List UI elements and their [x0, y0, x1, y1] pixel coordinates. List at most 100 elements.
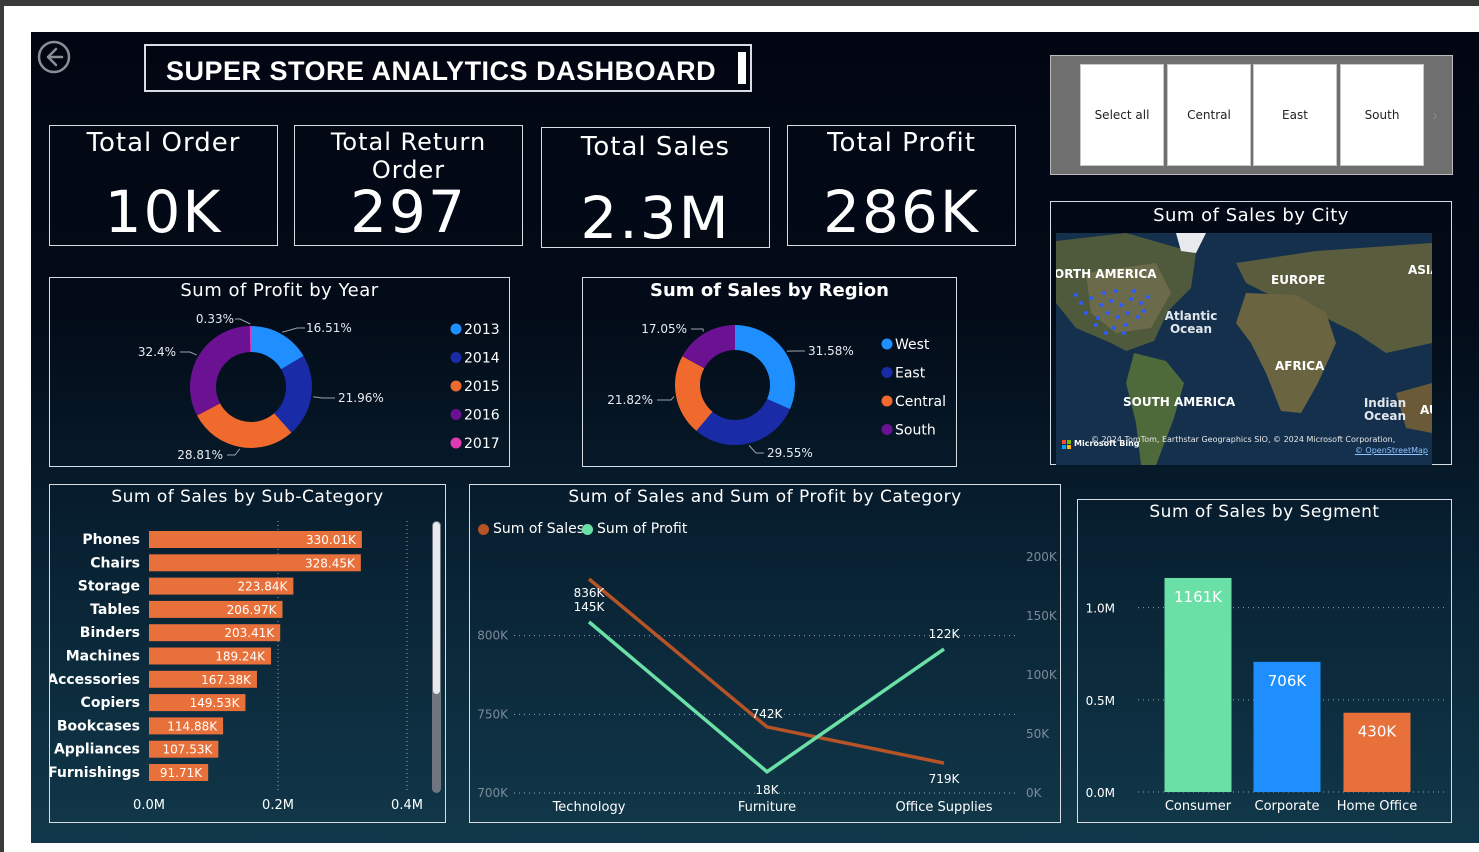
leader-line: [657, 396, 675, 401]
kpi-value: 286K: [823, 178, 980, 246]
legend-label: East: [895, 366, 926, 382]
map-label-au: AU: [1420, 403, 1432, 417]
data-label: 203.41K: [224, 626, 275, 640]
data-label: 29.55%: [767, 446, 813, 460]
region-slicer: Select all Central East South ›: [1050, 55, 1453, 175]
x-tick-label: Technology: [552, 800, 626, 815]
data-label: 706K: [1268, 672, 1308, 690]
kpi-total-order: Total Order 10K: [49, 125, 278, 246]
back-button[interactable]: [37, 40, 71, 74]
legend-label: 2013: [464, 322, 500, 338]
kpi-value: 10K: [104, 178, 223, 246]
slicer-option-select-all[interactable]: Select all: [1080, 64, 1164, 166]
scrollbar[interactable]: [432, 521, 441, 793]
legend-dot: [450, 323, 462, 335]
leader-line: [282, 327, 305, 333]
data-label: 91.71K: [160, 766, 203, 780]
kpi-value: 297: [350, 178, 467, 246]
line-chart: 700K 750K 800K 0K 50K 100K 150K 200K Technology F…: [477, 550, 1058, 815]
y-tick-label: 1.0M: [1086, 602, 1115, 616]
report-canvas: SUPER STORE ANALYTICS DASHBOARD Total Or…: [31, 32, 1479, 843]
category-label: Corporate: [1255, 799, 1320, 814]
leader-line: [180, 351, 197, 356]
category-label: Home Office: [1337, 799, 1417, 814]
map-label-north-america: ORTH AMERICA: [1056, 267, 1157, 281]
y-tick-right: 100K: [1026, 668, 1058, 682]
category-label: Tables: [90, 602, 140, 618]
profit-data-label: 18K: [755, 783, 779, 797]
data-label: 330.01K: [306, 533, 357, 547]
kpi-title: Total Profit: [827, 128, 976, 158]
map-copyright: © 2024 TomTom, Earthstar Geographics SIO…: [1091, 435, 1396, 444]
x-tick-label: Furniture: [738, 800, 796, 815]
data-label: 107.53K: [162, 743, 213, 757]
osm-link[interactable]: © OpenStreetMap: [1355, 446, 1428, 455]
leader-line: [313, 396, 335, 399]
category-label: Accessories: [50, 672, 140, 688]
kpi-value: 2.3M: [580, 184, 731, 252]
tick-label: 0.0M: [133, 798, 165, 813]
chevron-right-icon[interactable]: ›: [1432, 106, 1438, 125]
legend-dot: [450, 409, 462, 420]
data-label: 328.45K: [305, 556, 356, 570]
legend-dot: [450, 352, 462, 363]
slicer-option-south[interactable]: South: [1340, 64, 1424, 166]
sales-data-label: 836K: [574, 586, 606, 600]
window-top-border: [0, 0, 1479, 6]
kpi-total-sales: Total Sales 2.3M: [541, 127, 770, 252]
bar-chart: Phones 330.01K Chairs 328.45K Storage 223.84K…: [50, 521, 423, 813]
y-tick-left: 750K: [477, 707, 509, 721]
data-label: 167.38K: [201, 673, 252, 687]
profit-data-label: 145K: [574, 600, 606, 614]
category-label: Machines: [66, 649, 140, 665]
kpi-title: Total Order: [86, 128, 241, 158]
map-visual: Sum of Sales by City ORTH AMERICA EUROPE…: [1050, 201, 1452, 465]
sales-by-subcategory-chart: Sum of Sales by Sub-Category Phones 330.0…: [49, 484, 446, 823]
slicer-option-central[interactable]: Central: [1167, 64, 1251, 166]
leader-line: [235, 318, 251, 325]
data-label: 189.24K: [215, 650, 266, 664]
y-tick-right: 150K: [1026, 609, 1058, 623]
data-label: 206.97K: [227, 603, 278, 617]
kpi-total-return-order: Total Return Order 297: [294, 125, 523, 246]
back-arrow-icon: [37, 40, 71, 74]
donut-slice: [190, 326, 251, 416]
map-area[interactable]: ORTH AMERICA EUROPE ASIA Atlantic Ocean …: [1056, 233, 1432, 465]
tick-label: 0.2M: [262, 798, 294, 813]
category-label: Consumer: [1165, 799, 1232, 814]
leader-line: [691, 328, 704, 332]
donut-slice: [735, 325, 795, 410]
bar-chart: 0.0M 0.5M 1.0M 1161K Consumer 706K Corporate 43…: [1086, 577, 1446, 814]
sales-by-segment-chart: Sum of Sales by Segment 0.0M 0.5M 1.0M 1161…: [1077, 499, 1452, 823]
data-label: 0.33%: [196, 312, 234, 326]
y-tick-right: 50K: [1026, 727, 1050, 741]
legend-label: Central: [895, 394, 946, 410]
data-label: 149.53K: [190, 696, 241, 710]
title-cursor: [738, 52, 746, 84]
scrollbar-thumb[interactable]: [433, 522, 440, 694]
data-label: 223.84K: [238, 580, 289, 594]
page-title: SUPER STORE ANALYTICS DASHBOARD: [166, 56, 717, 86]
sales-data-label: 742K: [752, 707, 784, 721]
sales-data-label: 719K: [929, 772, 961, 786]
donut-chart: 31.58% 29.55% 21.82% 17.05% West East Central S…: [607, 322, 946, 460]
leader-line: [748, 445, 764, 454]
legend-label: West: [895, 337, 930, 353]
legend-label: 2015: [464, 379, 500, 395]
legend-dot: [881, 338, 893, 350]
y-tick-left: 800K: [477, 629, 509, 643]
legend-label: 2017: [464, 436, 500, 452]
map-label-europe: EUROPE: [1271, 273, 1326, 287]
legend-label: 2014: [464, 351, 500, 367]
category-label: Furnishings: [50, 765, 140, 781]
donut-chart: 16.51% 21.96% 28.81% 32.4% 0.33% 2013 2014 2015…: [138, 312, 500, 462]
y-tick-label: 0.0M: [1086, 786, 1115, 800]
category-label: Phones: [82, 532, 140, 548]
slicer-option-east[interactable]: East: [1253, 64, 1337, 166]
data-label: 32.4%: [138, 345, 176, 359]
profit-line: [587, 620, 945, 774]
leader-line: [227, 448, 241, 456]
kpi-total-profit: Total Profit 286K: [787, 125, 1016, 246]
legend-dot: [881, 367, 893, 378]
sales-profit-by-category-chart: Sum of Sales and Sum of Profit by Catego…: [469, 484, 1061, 823]
